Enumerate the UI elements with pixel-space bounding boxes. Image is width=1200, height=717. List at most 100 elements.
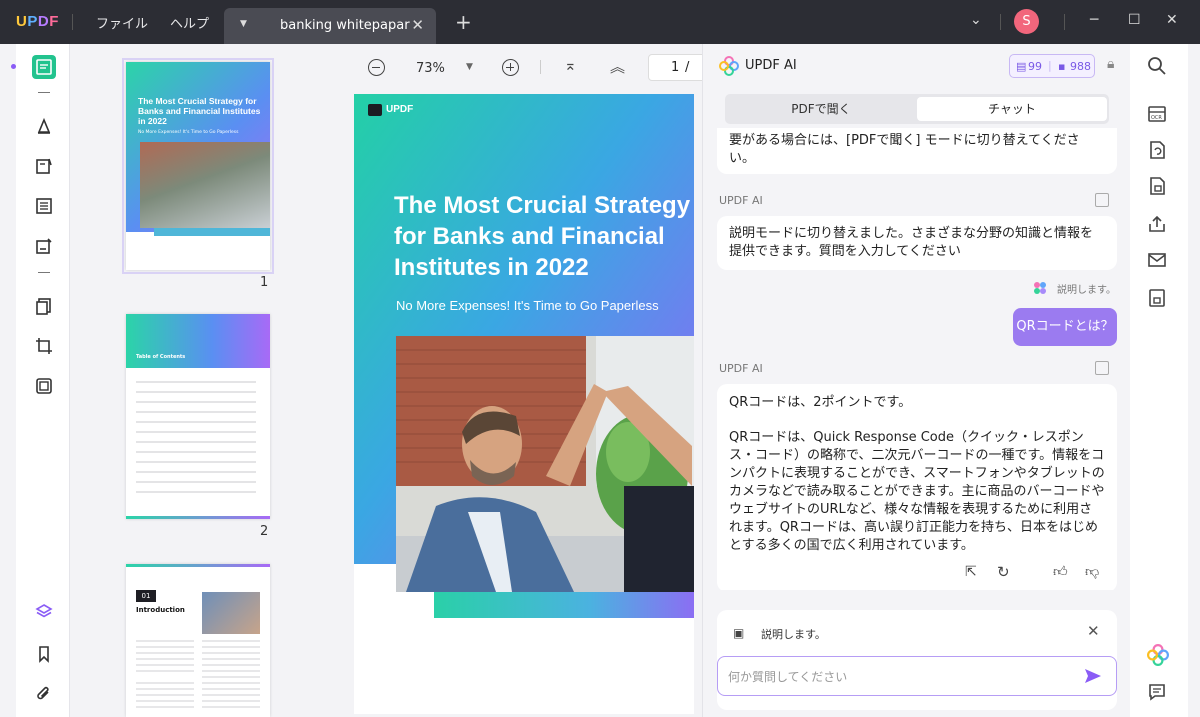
maximize-icon[interactable]: ☐	[1128, 12, 1141, 28]
tab-dropdown-icon[interactable]: ▼	[240, 19, 247, 29]
ai-sender-label: UPDF AI	[719, 194, 763, 207]
zoom-level[interactable]: 73%	[416, 61, 445, 76]
thumbnail-title: The Most Crucial Strategy for Banks and …	[138, 96, 261, 126]
lock-icon[interactable]: 🔒︎	[1107, 56, 1114, 72]
divider	[72, 14, 73, 30]
chevron-down-icon[interactable]: ⌄	[970, 12, 982, 28]
edit-pdf-icon[interactable]	[32, 154, 56, 178]
thumbnail-top-bar	[126, 564, 270, 567]
fill-sign-icon[interactable]	[32, 234, 56, 258]
right-toolbar: OCR	[1130, 44, 1188, 717]
new-tab-button[interactable]: +	[455, 10, 472, 34]
save-icon[interactable]	[1147, 288, 1171, 312]
credit-counter[interactable]: ▤ 99 | ▪ 988	[1009, 54, 1095, 78]
protect-icon[interactable]	[1147, 176, 1171, 200]
page-separator: /	[685, 60, 690, 75]
tab-close-icon[interactable]: ✕	[411, 16, 424, 34]
thumbnail-photo	[202, 592, 260, 634]
document-view: 73% ▼ ⌅ ︽ 1 / UPDF The Most Crucial Stra…	[332, 44, 708, 717]
regenerate-icon[interactable]: ↻	[997, 563, 1010, 581]
share-icon[interactable]: ⇱	[965, 564, 977, 580]
thumbnail-page-1[interactable]: The Most Crucial Strategy for Banks and …	[122, 58, 274, 274]
title-bar: UPDF ファイル ヘルプ ▼ banking whitepapar ✕ + ⌄…	[0, 0, 1200, 44]
zoom-dropdown-icon[interactable]: ▼	[466, 62, 473, 72]
zoom-in-icon[interactable]	[502, 59, 519, 76]
user-message: QRコードとは？	[1013, 308, 1117, 346]
close-mode-icon[interactable]: ✕	[1087, 622, 1100, 640]
thumbnail-photo	[140, 142, 270, 228]
share-export-icon[interactable]	[1147, 214, 1171, 238]
minimize-icon[interactable]: ─	[1090, 12, 1098, 28]
ocr-icon[interactable]: OCR	[1147, 104, 1171, 128]
thumbnail-page-number: 2	[260, 524, 269, 539]
doc-credits: 99	[1028, 60, 1042, 73]
zoom-out-icon[interactable]	[368, 59, 385, 76]
thumbnail-text-lines	[136, 640, 260, 708]
ai-sender-label: UPDF AI	[719, 362, 763, 375]
bookmark-icon[interactable]	[32, 642, 56, 666]
doc-credit-icon: ▤	[1016, 60, 1027, 73]
question-input[interactable]: 何か質問してください	[717, 656, 1117, 696]
copy-icon[interactable]	[1095, 193, 1109, 207]
thumbnail-toc-lines	[136, 381, 256, 493]
comment-icon[interactable]	[32, 114, 56, 138]
crop-icon[interactable]	[32, 334, 56, 358]
convert-icon[interactable]	[1147, 140, 1171, 164]
divider	[1000, 14, 1001, 30]
thumbs-down-icon[interactable]: 👎︎	[1085, 563, 1099, 580]
thumbnail-page-number: 1	[260, 275, 269, 290]
thumbnail-bar	[154, 228, 270, 236]
ai-assistant-panel: UPDF AI ▤ 99 | ▪ 988 🔒︎ PDFで聞く チャット 要がある…	[702, 44, 1130, 717]
close-window-icon[interactable]: ✕	[1166, 12, 1178, 28]
mode-hint-label: 説明します。	[1057, 285, 1116, 296]
page-tools-icon[interactable]	[32, 374, 56, 398]
form-icon[interactable]	[32, 194, 56, 218]
cover-title: The Most Crucial Strategy for Banks and …	[394, 192, 691, 281]
comments-list-icon[interactable]	[1147, 682, 1171, 706]
tab-ask-pdf[interactable]: PDFで聞く	[727, 96, 915, 122]
menu-file[interactable]: ファイル	[96, 13, 148, 32]
search-icon[interactable]	[1147, 56, 1171, 80]
answer-paragraph: QRコードは、2ポイントです。	[729, 395, 912, 410]
thumbnail-page-2[interactable]: Table of Contents	[126, 314, 270, 519]
app-logo: UPDF	[16, 13, 59, 30]
ai-answer: QRコードは、2ポイントです。 QRコードは、Quick Response Co…	[717, 384, 1117, 590]
organize-pages-icon[interactable]	[32, 294, 56, 318]
previous-page-icon[interactable]: ︽	[610, 56, 625, 77]
answer-paragraph: QRコードは、Quick Response Code（クイック・レスポンス・コー…	[729, 430, 1105, 553]
first-page-icon[interactable]: ⌅	[564, 56, 577, 74]
previous-message: 要がある場合には、[PDFで聞く] モードに切り替えてくださ い。	[717, 128, 1117, 174]
brand-logo-icon	[368, 104, 382, 116]
page-number-input[interactable]: 1 /	[648, 54, 708, 81]
divider: |	[1048, 59, 1052, 72]
ai-message: 説明モードに切り替えました。さまざまな分野の知識と情報を提供できます。質問を入力…	[717, 216, 1117, 270]
divider	[540, 60, 541, 74]
input-area: ▣ 説明します。 ✕ 何か質問してください	[717, 610, 1117, 710]
pdf-page: UPDF The Most Crucial Strategy for Banks…	[354, 94, 694, 714]
tab-chat[interactable]: チャット	[917, 97, 1107, 121]
menu-help[interactable]: ヘルプ	[170, 13, 209, 32]
mode-chip-label: 説明します。	[761, 628, 826, 641]
tab-title: banking whitepapar	[280, 18, 410, 33]
document-tab[interactable]: ▼ banking whitepapar ✕	[224, 8, 436, 44]
thumbs-up-icon[interactable]: 👍︎	[1053, 563, 1068, 580]
reader-icon[interactable]	[32, 55, 56, 79]
chat-scroll-area[interactable]: 要がある場合には、[PDFで聞く] モードに切り替えてくださ い。 UPDF A…	[703, 128, 1131, 590]
thumbnail-chapter-number: 01	[136, 590, 156, 602]
mail-icon[interactable]	[1147, 250, 1171, 274]
send-icon[interactable]	[1084, 668, 1102, 684]
cover-photo	[396, 336, 694, 592]
brand-name: UPDF	[386, 104, 414, 115]
thumbnail-page-3[interactable]: 01 Introduction	[126, 564, 270, 717]
mode-chip-icon: ▣	[733, 626, 745, 640]
page-current: 1	[671, 60, 680, 75]
updf-ai-toggle-icon[interactable]	[1147, 644, 1171, 668]
divider	[38, 92, 50, 93]
avatar[interactable]: S	[1014, 9, 1039, 34]
layers-icon[interactable]	[32, 600, 56, 624]
attachment-icon[interactable]	[32, 682, 56, 706]
chat-credits: 988	[1070, 60, 1091, 73]
mode-hint-icon	[1033, 280, 1047, 294]
cover-accent-bar	[434, 592, 694, 618]
copy-icon[interactable]	[1095, 361, 1109, 375]
